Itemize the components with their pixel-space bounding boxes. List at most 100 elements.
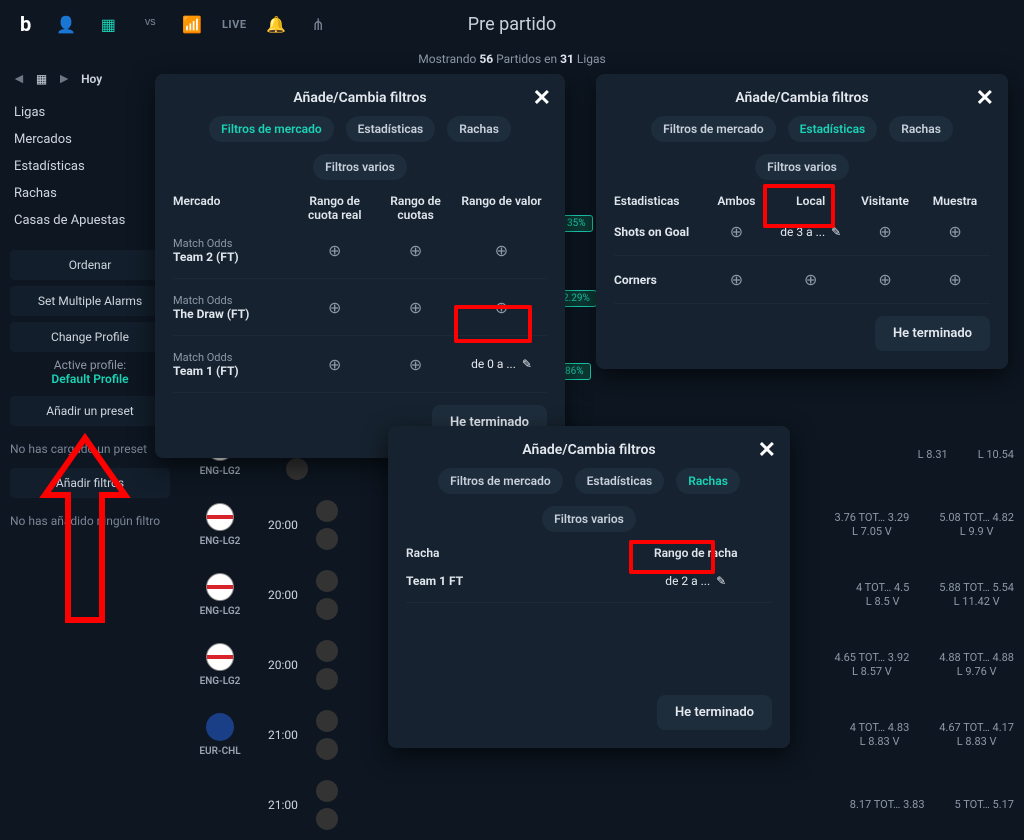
- league-badge: ENG-LG2: [190, 643, 250, 687]
- range-value[interactable]: de 3 a ... ✎: [780, 225, 841, 239]
- streak-name: Team 1 FT: [406, 574, 620, 588]
- odds-block: 4.67 TOT… 4.17L 8.83 V: [939, 721, 1014, 749]
- calendar-small-icon[interactable]: ▦: [36, 72, 47, 86]
- match-row[interactable]: 21:008.17 TOT… 3.835 TOT… 5.17: [180, 770, 1024, 840]
- close-icon[interactable]: ✕: [758, 438, 776, 463]
- add-preset-button[interactable]: Añadir un preset: [10, 396, 170, 426]
- tab[interactable]: Filtros de mercado: [209, 116, 334, 142]
- add-filters-button[interactable]: Añadir filtros: [10, 468, 170, 498]
- live-label[interactable]: LIVE: [223, 13, 245, 35]
- close-icon[interactable]: ✕: [533, 86, 551, 111]
- team-icons: [316, 570, 338, 620]
- tab[interactable]: Rachas: [676, 468, 740, 494]
- col-header: Local: [771, 194, 850, 208]
- kickoff-time: 20:00: [268, 588, 298, 602]
- market-name: Match OddsTeam 2 (FT): [173, 236, 294, 264]
- add-range-icon[interactable]: ⊕: [804, 270, 817, 289]
- change-profile-button[interactable]: Change Profile: [10, 322, 170, 352]
- add-range-icon[interactable]: ⊕: [328, 298, 341, 317]
- add-range-icon[interactable]: ⊕: [948, 270, 961, 289]
- active-profile-label: Active profile:: [10, 358, 170, 372]
- col-header: Mercado: [173, 194, 294, 222]
- col-header: Rango de cuota real: [294, 194, 375, 222]
- today-label[interactable]: Hoy: [81, 72, 102, 86]
- edit-icon[interactable]: ✎: [522, 357, 532, 371]
- tab[interactable]: Rachas: [889, 116, 953, 142]
- sidebar-item-streaks[interactable]: Rachas: [10, 180, 170, 207]
- tab[interactable]: Estadísticas: [788, 116, 878, 142]
- stat-name: Corners: [614, 273, 701, 287]
- add-range-icon[interactable]: ⊕: [730, 222, 743, 241]
- stat-name: Shots on Goal: [614, 225, 701, 239]
- share-icon[interactable]: ⋔: [307, 13, 329, 35]
- close-icon[interactable]: ✕: [976, 86, 994, 111]
- done-button[interactable]: He terminado: [657, 695, 772, 730]
- odds-block: 5 TOT… 5.17: [955, 798, 1014, 812]
- chart-icon[interactable]: 📶: [181, 13, 203, 35]
- add-range-icon[interactable]: ⊕: [495, 241, 508, 260]
- bell-icon[interactable]: 🔔: [265, 13, 287, 35]
- odds-block: 5.88 TOT… 5.54L 11.42 V: [939, 581, 1014, 609]
- modal-title: Añade/Cambia filtros: [614, 90, 990, 106]
- odds-block: 4 TOT… 4.83L 8.83 V: [850, 721, 909, 749]
- filter-row: Shots on Goal ⊕ de 3 a ... ✎ ⊕ ⊕: [614, 208, 990, 256]
- kickoff-time: 21:00: [268, 798, 298, 812]
- kickoff-time: 21:00: [268, 728, 298, 742]
- range-value[interactable]: de 0 a ... ✎: [471, 357, 532, 371]
- add-range-icon[interactable]: ⊕: [328, 355, 341, 374]
- add-range-icon[interactable]: ⊕: [878, 270, 891, 289]
- odds-block: 5.08 TOT… 4.82L 9.9 V: [939, 511, 1014, 539]
- add-range-icon[interactable]: ⊕: [409, 355, 422, 374]
- tab[interactable]: Filtros de mercado: [438, 468, 563, 494]
- col-header: Rango de valor: [456, 194, 547, 222]
- team-icons: [316, 780, 338, 830]
- sidebar-item-markets[interactable]: Mercados: [10, 126, 170, 153]
- tab[interactable]: Rachas: [447, 116, 511, 142]
- logo: b: [20, 12, 31, 36]
- league-badge: EUR-CHL: [190, 713, 250, 757]
- add-range-icon[interactable]: ⊕: [948, 222, 961, 241]
- calendar-icon[interactable]: ▦: [97, 13, 119, 35]
- range-value[interactable]: de 2 a ... ✎: [665, 574, 726, 588]
- filter-modal-streaks: Añade/Cambia filtros ✕ Filtros de mercad…: [388, 426, 790, 748]
- add-range-icon[interactable]: ⊕: [409, 298, 422, 317]
- sidebar-item-stats[interactable]: Estadísticas: [10, 153, 170, 180]
- filter-row: Match OddsTeam 1 (FT)⊕⊕de 0 a ... ✎: [173, 336, 547, 393]
- done-button[interactable]: He terminado: [875, 316, 990, 351]
- sidebar-item-leagues[interactable]: Ligas: [10, 99, 170, 126]
- tab[interactable]: Estadísticas: [575, 468, 665, 494]
- add-range-icon[interactable]: ⊕: [409, 241, 422, 260]
- next-day-icon[interactable]: ►: [57, 70, 71, 87]
- edit-icon[interactable]: ✎: [831, 225, 841, 239]
- prev-day-icon[interactable]: ◄: [12, 70, 26, 87]
- col-header: Racha: [406, 546, 620, 560]
- active-profile-value: Default Profile: [10, 372, 170, 386]
- filter-row: Team 1 FT de 2 a ... ✎: [406, 560, 772, 603]
- add-range-icon[interactable]: ⊕: [730, 270, 743, 289]
- modal-tabs: Filtros de mercado Estadísticas Rachas Filt…: [614, 116, 990, 180]
- tab[interactable]: Filtros varios: [542, 506, 636, 532]
- no-preset-note: No has cargado un preset: [10, 432, 170, 462]
- add-range-icon[interactable]: ⊕: [495, 298, 508, 317]
- user-icon[interactable]: 👤: [55, 13, 77, 35]
- tab[interactable]: Estadísticas: [346, 116, 436, 142]
- order-button[interactable]: Ordenar: [10, 250, 170, 280]
- tab[interactable]: Filtros varios: [313, 154, 407, 180]
- add-range-icon[interactable]: ⊕: [878, 222, 891, 241]
- top-nav: b 👤 ▦ ᵛˢ 📶 LIVE 🔔 ⋔ Pre partido: [0, 0, 1024, 48]
- sidebar-item-bookies[interactable]: Casas de Apuestas: [10, 207, 170, 234]
- filter-row: Match OddsTeam 2 (FT) ⊕ ⊕ ⊕: [173, 222, 547, 279]
- odds-block: L 10.54: [978, 448, 1014, 462]
- filter-row: Corners ⊕ ⊕ ⊕ ⊕: [614, 256, 990, 304]
- odds-block: 4 TOT… 4.5L 8.5 V: [856, 581, 909, 609]
- col-header: Rango de cuotas: [375, 194, 456, 222]
- tab[interactable]: Filtros varios: [755, 154, 849, 180]
- tab[interactable]: Filtros de mercado: [651, 116, 776, 142]
- filter-modal-market: Añade/Cambia filtros ✕ Filtros de mercad…: [155, 74, 565, 458]
- edit-icon[interactable]: ✎: [716, 574, 726, 588]
- odds-block: 4.65 TOT… 3.92L 8.57 V: [835, 651, 910, 679]
- col-header: Visitante: [850, 194, 920, 208]
- set-alarms-button[interactable]: Set Multiple Alarms: [10, 286, 170, 316]
- add-range-icon[interactable]: ⊕: [328, 241, 341, 260]
- versus-icon[interactable]: ᵛˢ: [139, 13, 161, 35]
